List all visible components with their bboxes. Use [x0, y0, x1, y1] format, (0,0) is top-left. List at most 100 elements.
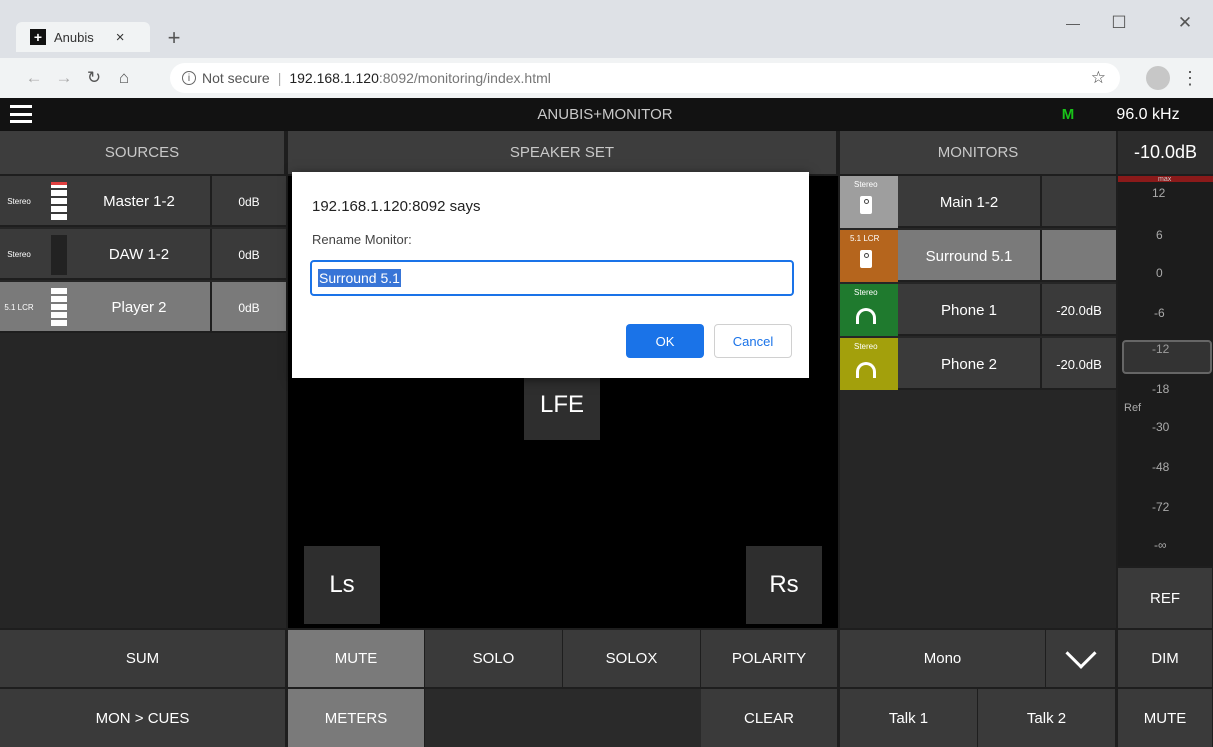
source-format: Stereo [7, 250, 31, 259]
new-tab-button[interactable]: + [160, 24, 188, 52]
monitor-format: Stereo [854, 342, 878, 351]
browser-toolbar: ← → ↻ ⌂ i Not secure | 192.168.1.120 :80… [0, 58, 1213, 98]
rename-input-value: Surround 5.1 [318, 269, 401, 287]
monitors-list: Stereo Main 1-2 5.1 LCR Surround 5.1 Ste… [840, 176, 1116, 628]
scale-tick: 6 [1156, 228, 1163, 242]
mono-button[interactable]: Mono [840, 630, 1046, 687]
tab-close-icon[interactable]: × [116, 29, 125, 46]
speaker-rs-button[interactable]: Rs [746, 546, 822, 624]
monitor-gain[interactable] [1040, 230, 1116, 282]
dialog-cancel-button[interactable]: Cancel [714, 324, 792, 358]
scale-tick: 0 [1156, 266, 1163, 280]
monitor-name: Phone 2 [941, 355, 997, 373]
source-name: Master 1-2 [103, 193, 175, 210]
fader-max-label: max [1158, 176, 1172, 183]
headphones-icon [856, 362, 876, 378]
source-gain[interactable]: 0dB [210, 229, 286, 280]
rename-input[interactable]: Surround 5.1 [310, 260, 794, 296]
scale-tick: -72 [1152, 500, 1170, 514]
source-format: Stereo [7, 197, 31, 206]
sum-button[interactable]: SUM [0, 630, 286, 687]
scale-tick: -6 [1154, 306, 1165, 320]
hamburger-menu-icon[interactable] [10, 105, 32, 123]
scale-tick: -18 [1152, 382, 1170, 396]
expand-chevron-icon[interactable] [1046, 630, 1116, 687]
monitor-format: Stereo [854, 180, 878, 189]
level-fader[interactable]: max 12 6 0 -6 -12 -18 -30 -48 -72 -∞ Ref [1118, 176, 1213, 566]
back-icon[interactable]: ← [20, 64, 48, 92]
rename-dialog: 192.168.1.120:8092 says Rename Monitor: … [292, 172, 809, 378]
window-minimize-button[interactable]: — [1050, 8, 1096, 38]
list-item[interactable]: Stereo Phone 2 -20.0dB [840, 338, 1116, 390]
info-icon[interactable]: i [182, 71, 196, 85]
source-name: Player 2 [111, 299, 167, 316]
speaker-icon [860, 250, 872, 268]
monitor-gain[interactable] [1040, 176, 1116, 228]
ref-button[interactable]: REF [1118, 568, 1213, 628]
source-gain[interactable]: 0dB [210, 176, 286, 227]
monitor-gain[interactable]: -20.0dB [1040, 284, 1116, 336]
monitor-name: Surround 5.1 [925, 247, 1013, 265]
scale-tick: -48 [1152, 460, 1170, 474]
scale-tick: -∞ [1154, 538, 1167, 552]
fader-ref-label: Ref [1124, 402, 1142, 414]
polarity-button[interactable]: POLARITY [701, 630, 838, 687]
dialog-ok-button[interactable]: OK [626, 324, 704, 358]
talk2-button[interactable]: Talk 2 [978, 689, 1116, 747]
reload-icon[interactable]: ↻ [80, 64, 108, 92]
dialog-origin: 192.168.1.120:8092 says [312, 198, 481, 215]
mute-mode-button[interactable]: MUTE [288, 630, 425, 687]
solox-button[interactable]: SOLOX [563, 630, 701, 687]
fader-handle[interactable] [1122, 340, 1212, 374]
tab-title: Anubis [54, 29, 94, 45]
security-label: Not secure [202, 70, 270, 86]
monitor-format: 5.1 LCR [850, 234, 880, 243]
meters-button[interactable]: METERS [288, 689, 425, 747]
clear-button[interactable]: CLEAR [701, 689, 838, 747]
address-bar[interactable]: i Not secure | 192.168.1.120 :8092/monit… [170, 63, 1120, 93]
url-separator: | [277, 70, 282, 86]
list-item[interactable]: Stereo Phone 1 -20.0dB [840, 284, 1116, 336]
app-title: ANUBIS+MONITOR [537, 106, 673, 123]
bookmark-star-icon[interactable]: ☆ [1091, 68, 1106, 88]
url-path: :8092/monitoring/index.html [378, 70, 551, 86]
speaker-icon [860, 196, 872, 214]
fader-scale: 12 6 0 -6 -12 -18 -30 -48 -72 -∞ Ref [1118, 184, 1213, 564]
list-item[interactable]: 5.1 LCR Surround 5.1 [840, 230, 1116, 282]
browser-menu-icon[interactable]: ⋮ [1176, 64, 1204, 92]
tab-favicon-icon: + [30, 29, 46, 45]
window-close-button[interactable]: ✕ [1162, 8, 1208, 38]
list-item[interactable]: 5.1 LCR Player 2 0dB [0, 282, 286, 333]
master-mute-button[interactable]: MUTE [1118, 689, 1213, 747]
home-icon[interactable]: ⌂ [110, 64, 138, 92]
headphones-icon [856, 308, 876, 324]
window-maximize-button[interactable]: ☐ [1096, 8, 1142, 38]
speaker-lfe-button[interactable]: LFE [524, 370, 600, 440]
list-item[interactable]: Stereo DAW 1-2 0dB [0, 229, 286, 280]
monitor-gain[interactable]: -20.0dB [1040, 338, 1116, 390]
monitors-header: MONITORS [840, 131, 1116, 174]
profile-avatar[interactable] [1146, 66, 1170, 90]
monitor-name: Main 1-2 [939, 193, 999, 211]
scale-tick: -30 [1152, 420, 1170, 434]
bottom-spacer [425, 689, 701, 747]
monitor-name: Phone 1 [941, 301, 997, 319]
talk1-button[interactable]: Talk 1 [840, 689, 978, 747]
list-item[interactable]: Stereo Main 1-2 [840, 176, 1116, 228]
source-meter [51, 235, 67, 275]
level-readout[interactable]: -10.0dB [1118, 131, 1213, 174]
source-gain[interactable]: 0dB [210, 282, 286, 333]
sources-header: SOURCES [0, 131, 286, 174]
mon-cues-button[interactable]: MON > CUES [0, 689, 286, 747]
dialog-message: Rename Monitor: [312, 232, 412, 247]
browser-tab-strip: + Anubis × + — ☐ ✕ [0, 0, 1213, 62]
forward-icon[interactable]: → [50, 64, 78, 92]
solo-button[interactable]: SOLO [425, 630, 563, 687]
speaker-set-header: SPEAKER SET [288, 131, 838, 174]
browser-tab[interactable]: + Anubis × [16, 22, 150, 52]
list-item[interactable]: Stereo Master 1-2 0dB [0, 176, 286, 227]
sample-rate: 96.0 kHz [1116, 105, 1180, 123]
speaker-ls-button[interactable]: Ls [304, 546, 380, 624]
dim-button[interactable]: DIM [1118, 630, 1213, 687]
mode-indicator: M [1061, 106, 1075, 123]
